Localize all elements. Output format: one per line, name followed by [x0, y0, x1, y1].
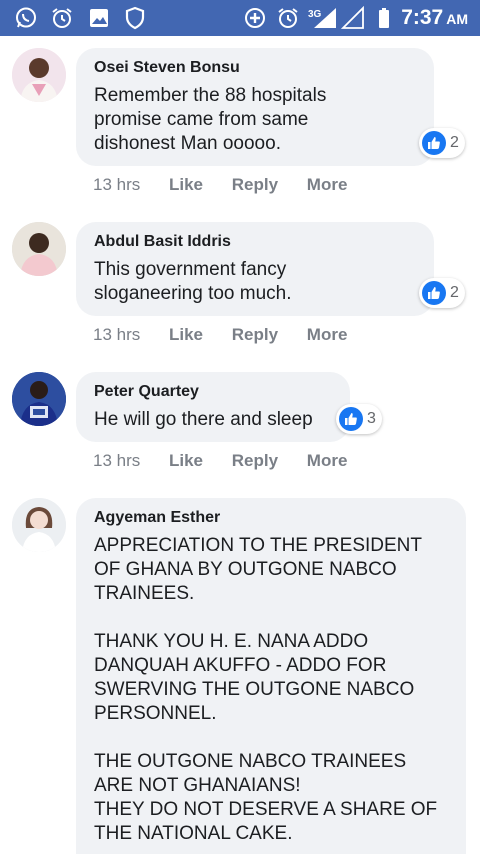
comment-actions: 13 hrs Like Reply More: [93, 451, 371, 471]
alarm-icon: [50, 6, 74, 30]
reply-button[interactable]: Reply: [232, 175, 278, 194]
comment-text: Remember the 88 hospitals promise came f…: [94, 85, 327, 154]
avatar[interactable]: [12, 372, 66, 426]
signal-3g-icon: 3G: [308, 6, 338, 30]
more-button[interactable]: More: [307, 325, 348, 344]
comment-text: He will go there and sleep: [94, 409, 313, 430]
reaction-count: 3: [367, 410, 376, 427]
reply-button[interactable]: Reply: [232, 451, 278, 470]
comment-timestamp[interactable]: 13 hrs: [93, 451, 140, 470]
reaction-count: 2: [450, 134, 459, 151]
more-button[interactable]: More: [307, 451, 348, 470]
whatsapp-icon: [14, 6, 38, 30]
comment-text: This government fancy sloganeering too m…: [94, 259, 292, 304]
avatar[interactable]: [12, 498, 66, 552]
comment-author[interactable]: Peter Quartey: [94, 382, 332, 402]
reply-button[interactable]: Reply: [232, 325, 278, 344]
gallery-icon: [87, 6, 111, 30]
comment-text: APPRECIATION TO THE PRESIDENT OF GHANA B…: [94, 535, 438, 844]
like-button[interactable]: Like: [169, 175, 203, 194]
reaction-count-badge[interactable]: 2: [419, 128, 465, 158]
shield-icon: [123, 6, 147, 30]
reaction-count-badge[interactable]: 2: [419, 278, 465, 308]
comment-author[interactable]: Agyeman Esther: [94, 508, 448, 528]
like-icon: [422, 281, 446, 305]
like-icon: [339, 407, 363, 431]
reaction-count: 2: [450, 284, 459, 301]
comment-author[interactable]: Osei Steven Bonsu: [94, 58, 416, 78]
network-label: 3G: [308, 9, 322, 20]
comment-author[interactable]: Abdul Basit Iddris: [94, 232, 416, 252]
comment-bubble[interactable]: Osei Steven Bonsu Remember the 88 hospit…: [76, 48, 434, 166]
more-button[interactable]: More: [307, 175, 348, 194]
like-button[interactable]: Like: [169, 325, 203, 344]
status-bar: 3G 7:37 AM: [0, 0, 480, 36]
data-saver-icon: [243, 6, 267, 30]
avatar[interactable]: [12, 222, 66, 276]
comment-bubble[interactable]: Abdul Basit Iddris This government fancy…: [76, 222, 434, 316]
clock: 7:37 AM: [401, 6, 468, 30]
comment-actions: 13 hrs Like Reply More: [93, 325, 371, 345]
comment-actions: 13 hrs Like Reply More: [93, 175, 371, 195]
comment-bubble[interactable]: Agyeman Esther APPRECIATION TO THE PRESI…: [76, 498, 466, 854]
comment-bubble[interactable]: Peter Quartey He will go there and sleep: [76, 372, 350, 442]
alarm-icon: [276, 6, 300, 30]
avatar[interactable]: [12, 48, 66, 102]
signal-empty-icon: [341, 6, 365, 30]
clock-ampm: AM: [446, 11, 468, 27]
like-button[interactable]: Like: [169, 451, 203, 470]
like-icon: [422, 131, 446, 155]
comment-timestamp[interactable]: 13 hrs: [93, 325, 140, 344]
battery-icon: [372, 6, 396, 30]
comment-timestamp[interactable]: 13 hrs: [93, 175, 140, 194]
reaction-count-badge[interactable]: 3: [336, 404, 382, 434]
clock-time: 7:37: [401, 6, 444, 29]
